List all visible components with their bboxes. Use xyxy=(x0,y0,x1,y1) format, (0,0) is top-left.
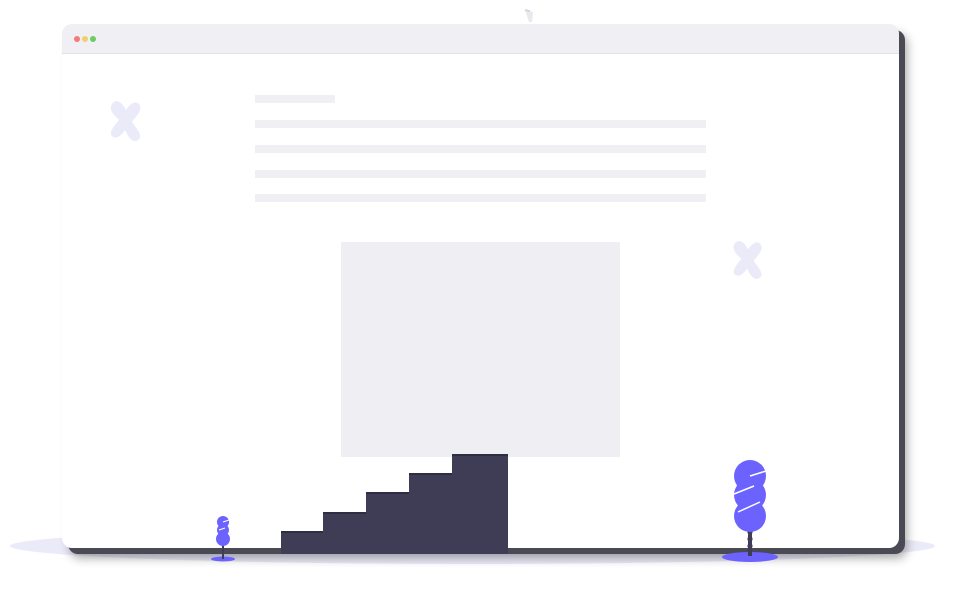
x-mark-icon xyxy=(733,241,762,280)
tree-icon xyxy=(722,460,778,562)
maximize-dot-icon[interactable] xyxy=(90,36,96,42)
illustration-stage xyxy=(0,0,957,593)
text-line-placeholder xyxy=(255,194,706,202)
close-dot-icon[interactable] xyxy=(74,36,80,42)
image-placeholder xyxy=(341,242,620,457)
x-mark-icon xyxy=(110,101,141,142)
text-line-placeholder xyxy=(255,120,706,128)
heading-placeholder xyxy=(255,95,335,103)
minimize-dot-icon[interactable] xyxy=(82,36,88,42)
top-pin-icon xyxy=(524,9,533,22)
text-line-placeholder xyxy=(255,145,706,153)
window-titlebar xyxy=(62,24,899,54)
tree-icon xyxy=(211,516,235,562)
text-line-placeholder xyxy=(255,170,706,178)
